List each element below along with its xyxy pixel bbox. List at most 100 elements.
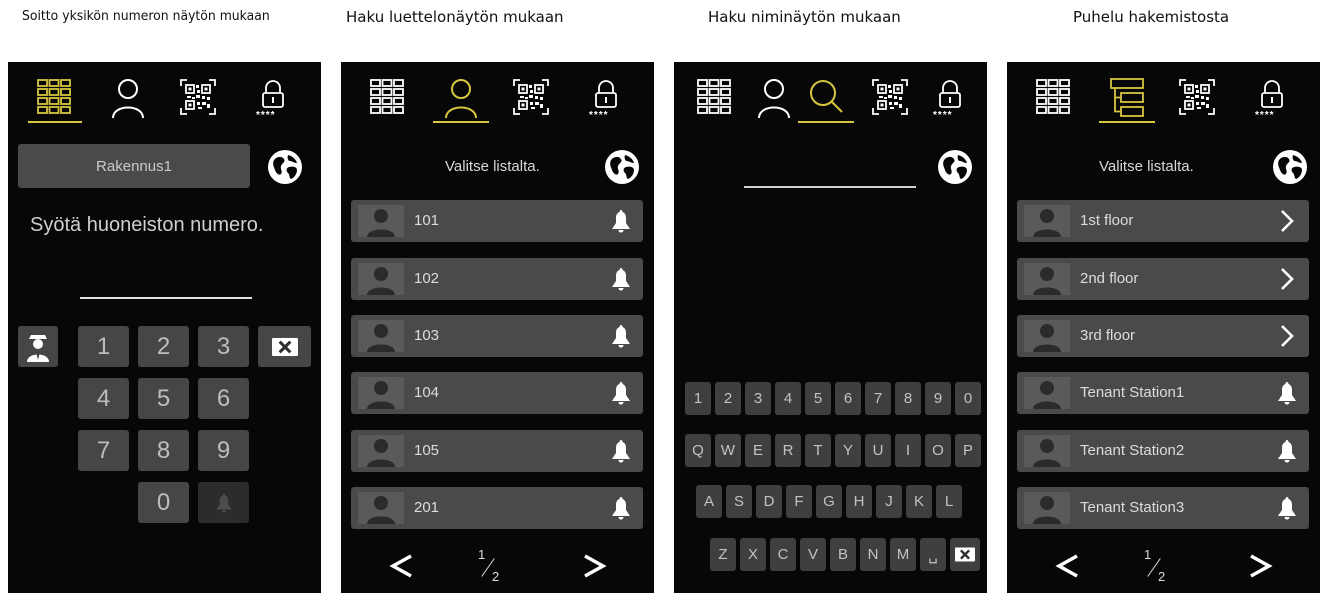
kb-key-w[interactable]: W bbox=[715, 434, 741, 467]
kb-key-g[interactable]: G bbox=[816, 485, 842, 518]
keypad-icon[interactable] bbox=[34, 76, 74, 120]
kb-key-5[interactable]: 5 bbox=[805, 382, 831, 415]
key-7[interactable]: 7 bbox=[78, 430, 129, 471]
lock-pin-icon[interactable]: **** bbox=[930, 76, 970, 121]
kb-key-c[interactable]: C bbox=[770, 538, 796, 571]
keypad-icon[interactable] bbox=[367, 76, 407, 120]
concierge-button[interactable] bbox=[18, 326, 58, 367]
key-4[interactable]: 4 bbox=[78, 378, 129, 419]
list-item-label: 103 bbox=[414, 327, 440, 344]
key-1[interactable]: 1 bbox=[78, 326, 129, 367]
next-page-arrow-icon[interactable] bbox=[1245, 551, 1275, 581]
kb-key-1[interactable]: 1 bbox=[685, 382, 711, 415]
kb-key-y[interactable]: Y bbox=[835, 434, 861, 467]
kb-key-0[interactable]: 0 bbox=[955, 382, 981, 415]
kb-key-space[interactable]: ␣ bbox=[920, 538, 946, 571]
kb-key-m[interactable]: M bbox=[890, 538, 916, 571]
kb-backspace-button[interactable] bbox=[950, 538, 980, 571]
language-globe-icon[interactable] bbox=[603, 148, 641, 186]
search-icon[interactable] bbox=[806, 76, 846, 120]
next-page-arrow-icon[interactable] bbox=[579, 551, 609, 581]
person-icon[interactable] bbox=[441, 76, 481, 120]
language-globe-icon[interactable] bbox=[1271, 148, 1309, 186]
kb-key-3[interactable]: 3 bbox=[745, 382, 771, 415]
kb-key-o[interactable]: O bbox=[925, 434, 951, 467]
kb-key-8[interactable]: 8 bbox=[895, 382, 921, 415]
list-item[interactable]: 105 bbox=[351, 430, 643, 472]
kb-key-h[interactable]: H bbox=[846, 485, 872, 518]
list-item[interactable]: Tenant Station2 bbox=[1017, 430, 1309, 472]
call-button-disabled[interactable] bbox=[198, 482, 249, 523]
kb-key-u[interactable]: U bbox=[865, 434, 891, 467]
list-item[interactable]: 2nd floor bbox=[1017, 258, 1309, 300]
key-6[interactable]: 6 bbox=[198, 378, 249, 419]
language-globe-icon[interactable] bbox=[266, 148, 304, 186]
previous-page-arrow-icon[interactable] bbox=[387, 551, 417, 581]
list-item[interactable]: 1st floor bbox=[1017, 200, 1309, 242]
kb-key-d[interactable]: D bbox=[756, 485, 782, 518]
kb-key-6[interactable]: 6 bbox=[835, 382, 861, 415]
total-pages: 2 bbox=[1158, 569, 1166, 584]
kb-key-4[interactable]: 4 bbox=[775, 382, 801, 415]
kb-key-t[interactable]: T bbox=[805, 434, 831, 467]
person-icon[interactable] bbox=[108, 76, 148, 120]
list-item[interactable]: 103 bbox=[351, 315, 643, 357]
kb-key-k[interactable]: K bbox=[906, 485, 932, 518]
kb-key-n[interactable]: N bbox=[860, 538, 886, 571]
key-2[interactable]: 2 bbox=[138, 326, 189, 367]
list-item[interactable]: 102 bbox=[351, 258, 643, 300]
backspace-button[interactable] bbox=[258, 326, 311, 367]
caption-panel-2: Haku luettelonäytön mukaan bbox=[346, 8, 564, 26]
kb-key-x[interactable]: X bbox=[740, 538, 766, 571]
kb-key-e[interactable]: E bbox=[745, 434, 771, 467]
qr-code-icon[interactable] bbox=[870, 76, 910, 120]
caption-panel-3: Haku niminäytön mukaan bbox=[708, 8, 901, 26]
key-0[interactable]: 0 bbox=[138, 482, 189, 523]
kb-key-q[interactable]: Q bbox=[685, 434, 711, 467]
qr-code-icon[interactable] bbox=[511, 76, 551, 120]
keypad-icon[interactable] bbox=[694, 76, 734, 120]
key-8[interactable]: 8 bbox=[138, 430, 189, 471]
qr-code-icon[interactable] bbox=[178, 76, 218, 120]
list-item[interactable]: 3rd floor bbox=[1017, 315, 1309, 357]
list-item-label: 105 bbox=[414, 442, 440, 459]
keypad-icon[interactable] bbox=[1033, 76, 1073, 120]
kb-key-7[interactable]: 7 bbox=[865, 382, 891, 415]
previous-page-arrow-icon[interactable] bbox=[1053, 551, 1083, 581]
lock-pin-icon[interactable]: **** bbox=[253, 76, 293, 121]
avatar bbox=[358, 320, 404, 352]
kb-key-l[interactable]: L bbox=[936, 485, 962, 518]
name-search-input[interactable] bbox=[744, 186, 916, 188]
building-selector[interactable]: Rakennus1 bbox=[18, 144, 250, 188]
kb-key-a[interactable]: A bbox=[696, 485, 722, 518]
kb-key-z[interactable]: Z bbox=[710, 538, 736, 571]
list-item[interactable]: 101 bbox=[351, 200, 643, 242]
key-3[interactable]: 3 bbox=[198, 326, 249, 367]
lock-pin-icon[interactable]: **** bbox=[1252, 76, 1292, 121]
kb-key-b[interactable]: B bbox=[830, 538, 856, 571]
apartment-number-input[interactable] bbox=[80, 297, 252, 299]
key-5[interactable]: 5 bbox=[138, 378, 189, 419]
person-icon[interactable] bbox=[754, 76, 794, 120]
list-item[interactable]: Tenant Station3 bbox=[1017, 487, 1309, 529]
kb-key-v[interactable]: V bbox=[800, 538, 826, 571]
kb-key-j[interactable]: J bbox=[876, 485, 902, 518]
key-9[interactable]: 9 bbox=[198, 430, 249, 471]
kb-key-i[interactable]: I bbox=[895, 434, 921, 467]
list-item[interactable]: Tenant Station1 bbox=[1017, 372, 1309, 414]
avatar bbox=[358, 205, 404, 237]
kb-key-r[interactable]: R bbox=[775, 434, 801, 467]
list-item[interactable]: 104 bbox=[351, 372, 643, 414]
kb-key-s[interactable]: S bbox=[726, 485, 752, 518]
list-item-label: 101 bbox=[414, 212, 440, 229]
list-item-label: 2nd floor bbox=[1080, 270, 1139, 287]
lock-pin-icon[interactable]: **** bbox=[586, 76, 626, 121]
language-globe-icon[interactable] bbox=[936, 148, 974, 186]
kb-key-2[interactable]: 2 bbox=[715, 382, 741, 415]
kb-key-p[interactable]: P bbox=[955, 434, 981, 467]
kb-key-f[interactable]: F bbox=[786, 485, 812, 518]
directory-tree-icon[interactable] bbox=[1107, 76, 1147, 120]
qr-code-icon[interactable] bbox=[1177, 76, 1217, 120]
list-item[interactable]: 201 bbox=[351, 487, 643, 529]
kb-key-9[interactable]: 9 bbox=[925, 382, 951, 415]
